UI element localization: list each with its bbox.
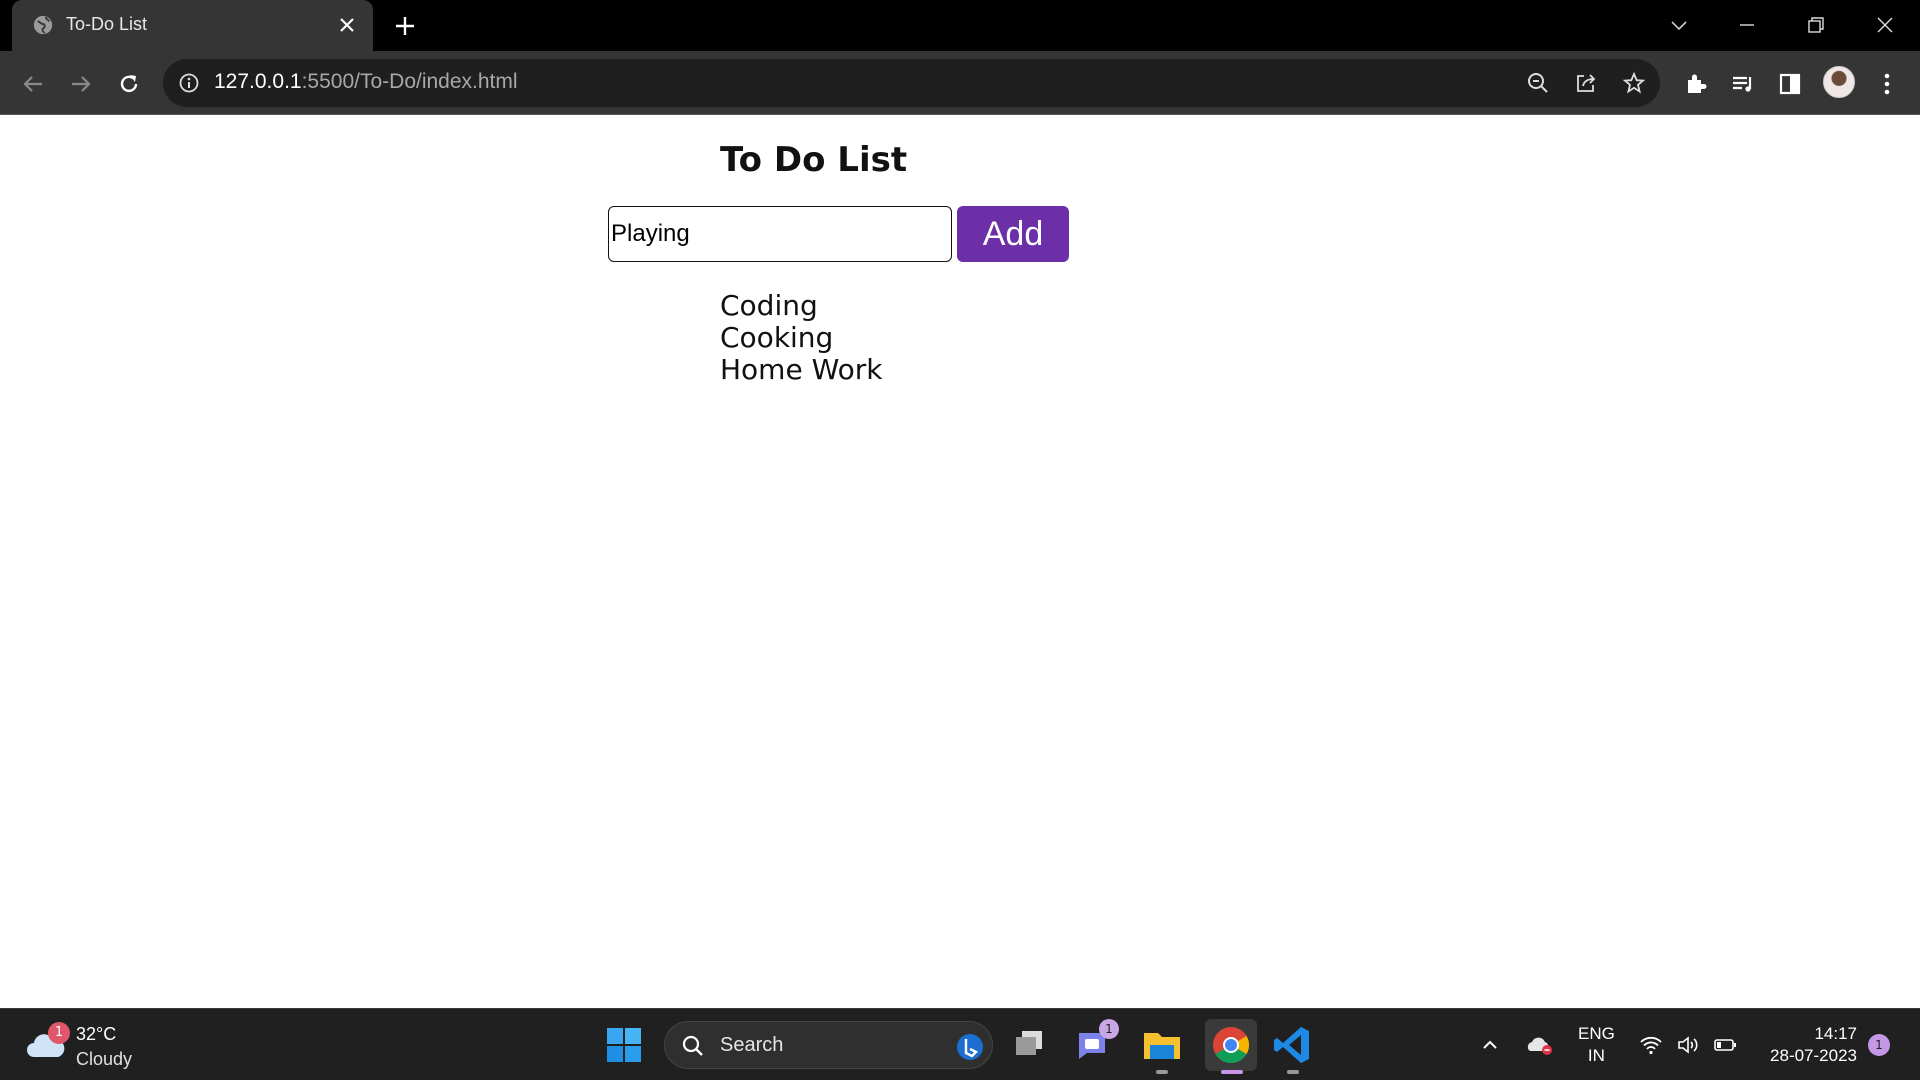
running-indicator [1156, 1070, 1168, 1074]
close-tab-icon[interactable] [337, 15, 357, 35]
address-bar[interactable]: 127.0.0.1:5500/To-Do/index.html [163, 59, 1660, 107]
new-tab-icon[interactable] [393, 14, 417, 38]
media-queue-icon[interactable] [1730, 71, 1756, 97]
region-code: IN [1587, 1046, 1605, 1065]
task-view-button[interactable] [1008, 1023, 1052, 1067]
taskbar-search[interactable]: Search [664, 1021, 993, 1069]
language-indicator[interactable]: ENG IN [1578, 1023, 1615, 1067]
reload-icon[interactable] [116, 71, 142, 97]
active-indicator [1221, 1070, 1243, 1074]
minimize-icon[interactable] [1734, 12, 1760, 38]
tab-title: To-Do List [66, 14, 148, 34]
folder-icon [1144, 1033, 1180, 1059]
globe-icon [33, 15, 53, 35]
add-button[interactable]: Add [957, 206, 1069, 262]
url-text[interactable]: 127.0.0.1:5500/To-Do/index.html [214, 70, 518, 94]
wifi-icon[interactable] [1639, 1033, 1663, 1057]
profile-avatar[interactable] [1823, 66, 1855, 98]
clock-date: 28-07-2023 [1770, 1046, 1857, 1065]
browser-tab-bar: To-Do List [0, 0, 1920, 51]
site-info-icon[interactable] [178, 72, 200, 94]
clock[interactable]: 14:17 28-07-2023 [1762, 1023, 1857, 1067]
windows-start-icon[interactable] [606, 1027, 642, 1063]
weather-widget[interactable]: 1 32°C Cloudy [26, 1021, 146, 1071]
share-icon[interactable] [1574, 71, 1598, 95]
task-item: Coding [720, 289, 818, 322]
battery-icon[interactable] [1713, 1033, 1737, 1057]
chrome-button[interactable] [1205, 1019, 1257, 1074]
weather-temp: 32°C [76, 1024, 117, 1044]
weather-badge: 1 [48, 1022, 70, 1044]
task-list: Coding Cooking Home Work [720, 290, 883, 386]
extensions-puzzle-icon[interactable] [1683, 71, 1709, 97]
vscode-icon [1274, 1027, 1309, 1063]
url-host: 127.0.0.1 [214, 70, 302, 93]
browser-tab[interactable]: To-Do List [12, 0, 373, 51]
file-explorer-button[interactable] [1140, 1023, 1184, 1074]
teams-badge: 1 [1099, 1019, 1119, 1039]
show-hidden-icons-chevron-icon[interactable] [1478, 1033, 1502, 1057]
bookmark-star-icon[interactable] [1622, 71, 1646, 95]
windows-taskbar: 1 32°C Cloudy Search 1 ENG IN 14:17 28-0… [0, 1008, 1920, 1080]
chrome-icon [1213, 1027, 1250, 1063]
volume-icon[interactable] [1676, 1033, 1700, 1057]
language-code: ENG [1578, 1024, 1615, 1043]
tab-search-chevron-icon[interactable] [1666, 12, 1692, 38]
url-path: :5500/To-Do/index.html [301, 70, 518, 93]
teams-chat-button[interactable]: 1 [1073, 1019, 1119, 1067]
page-title: To Do List [720, 140, 908, 180]
task-item: Home Work [720, 353, 883, 386]
forward-icon[interactable] [68, 71, 94, 97]
onedrive-icon[interactable] [1526, 1033, 1554, 1057]
close-window-icon[interactable] [1872, 12, 1898, 38]
vscode-button[interactable] [1271, 1023, 1315, 1074]
notification-center-badge[interactable]: 1 [1868, 1034, 1890, 1056]
zoom-out-icon[interactable] [1526, 71, 1550, 95]
page-content: To Do List Add Coding Cooking Home Work [0, 116, 1920, 1008]
bing-icon[interactable] [955, 1032, 985, 1062]
task-item: Cooking [720, 321, 834, 354]
task-view-icon [1016, 1031, 1042, 1055]
running-indicator [1287, 1070, 1299, 1074]
task-input[interactable] [608, 206, 952, 262]
browser-toolbar: 127.0.0.1:5500/To-Do/index.html [0, 51, 1920, 115]
menu-dots-icon[interactable] [1874, 71, 1900, 97]
side-panel-icon[interactable] [1777, 71, 1803, 97]
clock-time: 14:17 [1814, 1024, 1857, 1043]
weather-condition: Cloudy [76, 1049, 133, 1069]
search-label: Search [720, 1034, 784, 1056]
restore-icon[interactable] [1803, 12, 1829, 38]
search-icon [682, 1035, 703, 1056]
back-icon[interactable] [20, 71, 46, 97]
